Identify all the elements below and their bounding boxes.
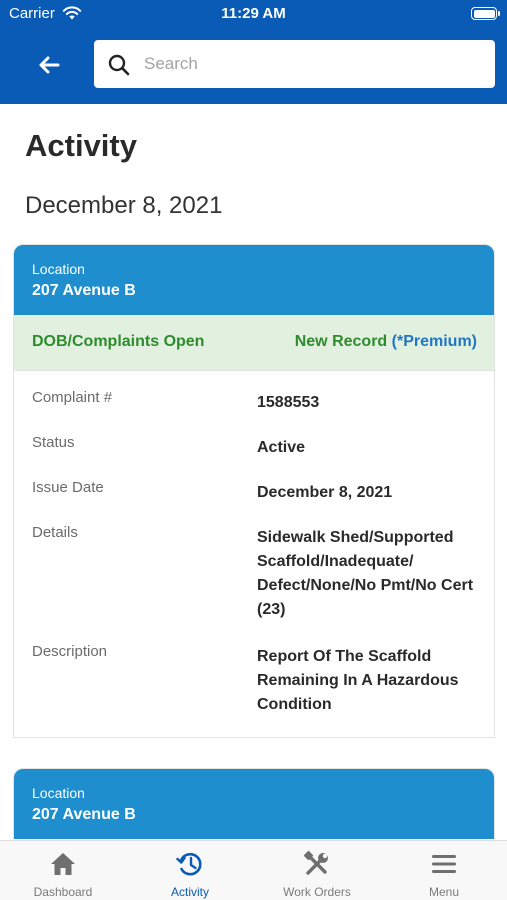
tab-activity[interactable]: Activity [127, 841, 253, 900]
detail-row-complaint: Complaint # 1588553 [32, 389, 476, 419]
tab-bar: Dashboard Activity Work Orders Menu [0, 840, 507, 900]
detail-value: Active [257, 439, 306, 456]
detail-row-details: Details Sidewalk Shed/Supported Scaffold… [32, 524, 476, 624]
detail-label: Complaint # [32, 389, 113, 406]
search-bar[interactable] [94, 40, 495, 88]
tab-work-orders[interactable]: Work Orders [254, 841, 380, 900]
detail-value: Report Of The Scaffold Remaining In A Ha… [257, 648, 459, 713]
detail-label: Description [32, 643, 108, 660]
date-heading: December 8, 2021 [25, 192, 223, 219]
tab-label: Menu [428, 885, 460, 899]
detail-value: December 8, 2021 [257, 484, 393, 501]
battery-icon [471, 7, 500, 20]
detail-row-status: Status Active [32, 434, 476, 464]
premium-label[interactable]: (*Premium) [392, 333, 477, 350]
card-header: Location 207 Avenue B [14, 769, 494, 839]
nav-bar [0, 30, 507, 104]
record-status: New Record (*Premium) [295, 333, 477, 351]
detail-label: Issue Date [32, 479, 104, 496]
card-status-banner: DOB/Complaints Open New Record (*Premium… [14, 315, 494, 371]
tab-menu[interactable]: Menu [381, 841, 507, 900]
tab-label: Dashboard [33, 885, 93, 899]
detail-value: Sidewalk Shed/Supported Scaffold/Inadequ… [257, 529, 474, 618]
search-icon [108, 54, 130, 76]
location-value: 207 Avenue B [32, 282, 136, 299]
record-type: DOB/Complaints Open [32, 333, 205, 350]
history-icon [176, 852, 202, 876]
clock: 11:29 AM [221, 5, 286, 22]
back-arrow-icon[interactable] [34, 50, 64, 80]
activity-card[interactable]: Location 207 Avenue B [13, 768, 495, 840]
tab-label: Activity [170, 885, 209, 899]
search-input[interactable] [144, 40, 484, 88]
detail-row-description: Description Report Of The Scaffold Remai… [32, 643, 476, 723]
activity-card[interactable]: Location 207 Avenue B DOB/Complaints Ope… [13, 244, 495, 738]
location-label: Location [32, 785, 85, 801]
detail-label: Status [32, 434, 75, 451]
detail-row-issue-date: Issue Date December 8, 2021 [32, 479, 476, 509]
status-bar: Carrier 11:29 AM [0, 0, 507, 30]
hamburger-icon [432, 855, 456, 873]
tab-dashboard[interactable]: Dashboard [0, 841, 126, 900]
home-icon [51, 853, 75, 875]
tab-label: Work Orders [283, 885, 351, 899]
detail-value: 1588553 [257, 394, 320, 411]
new-record-label: New Record [294, 333, 388, 350]
card-header: Location 207 Avenue B [14, 245, 494, 315]
location-label: Location [32, 261, 85, 277]
detail-label: Details [32, 524, 78, 541]
location-value: 207 Avenue B [32, 806, 136, 823]
tools-icon [303, 850, 328, 875]
page-title: Activity [25, 128, 137, 163]
